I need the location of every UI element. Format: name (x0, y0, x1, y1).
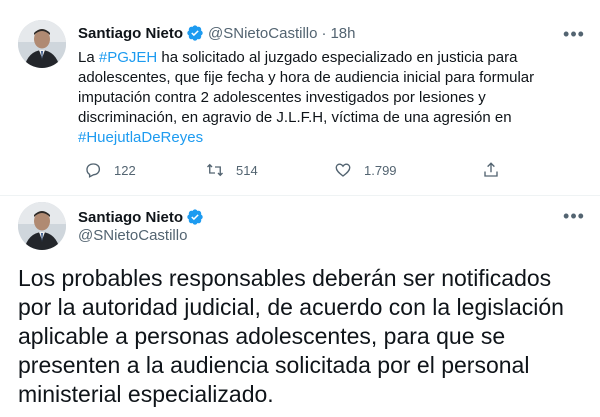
reply-count: 122 (114, 162, 136, 178)
separator-dot: · (321, 24, 327, 42)
retweet-icon (206, 161, 224, 179)
avatar[interactable] (18, 202, 66, 250)
verified-badge-icon (186, 208, 204, 226)
share-icon (482, 161, 500, 179)
author-handle[interactable]: @SNietoCastillo (78, 227, 187, 244)
more-horizontal-icon[interactable]: ••• (560, 24, 588, 44)
like-count: 1.799 (364, 162, 397, 178)
reply-icon (84, 161, 102, 179)
tweet-text: La #PGJEH ha solicitado al juzgado espec… (78, 48, 583, 148)
heart-icon (334, 161, 352, 179)
share-button[interactable] (482, 160, 500, 180)
avatar[interactable] (18, 20, 66, 68)
author-name[interactable]: Santiago Nieto (78, 209, 183, 226)
more-horizontal-icon[interactable]: ••• (560, 206, 588, 226)
tweet-header: Santiago Nieto @SNietoCastillo · 18h (78, 22, 355, 44)
author-handle[interactable]: @SNietoCastillo (208, 25, 317, 42)
like-button[interactable]: 1.799 (334, 160, 397, 180)
tweet-actions: 122 514 1.799 (78, 160, 508, 180)
author-name-row: Santiago Nieto (78, 207, 204, 227)
hashtag-link[interactable]: #HuejutlaDeReyes (78, 129, 203, 146)
tweet-text: Los probables responsables deberán ser n… (18, 265, 564, 407)
timestamp[interactable]: 18h (330, 25, 355, 42)
author-name[interactable]: Santiago Nieto (78, 25, 183, 42)
tweet-text-segment: La (78, 49, 99, 66)
verified-badge-icon (186, 24, 204, 42)
reply-button[interactable]: 122 (84, 160, 136, 180)
tweet[interactable]: Santiago Nieto @SNietoCastillo · 18h •••… (0, 0, 600, 196)
retweet-count: 514 (236, 162, 258, 178)
hashtag-link[interactable]: #PGJEH (99, 49, 157, 66)
retweet-button[interactable]: 514 (206, 160, 258, 180)
